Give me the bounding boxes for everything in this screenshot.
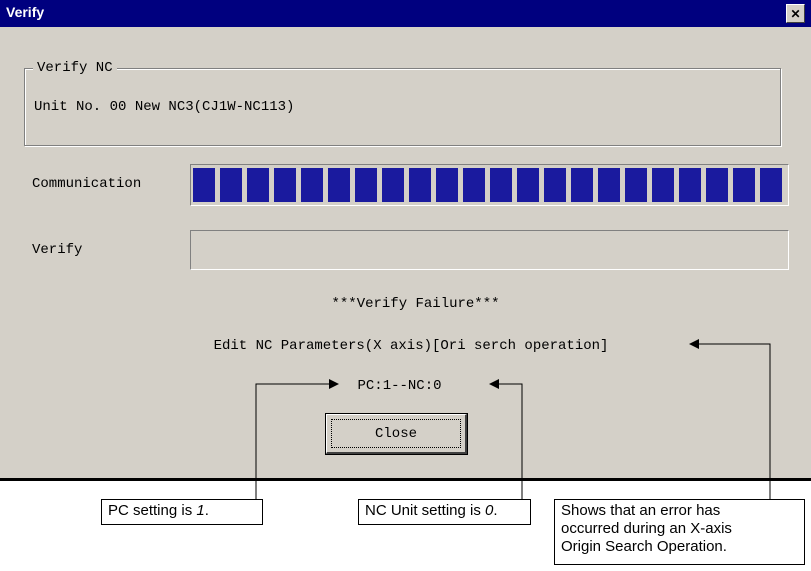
pc-callout-suffix: . bbox=[204, 502, 209, 519]
communication-label: Communication bbox=[32, 176, 142, 192]
verify-label: Verify bbox=[32, 242, 83, 258]
pc-callout-value: 1 bbox=[196, 502, 205, 519]
error-callout-line-1: Shows that an error has bbox=[561, 502, 721, 519]
nc-callout-suffix: . bbox=[493, 502, 498, 519]
group-legend: Verify NC bbox=[33, 60, 117, 76]
error-detail-message: Edit NC Parameters(X axis)[Ori serch ope… bbox=[213, 338, 609, 354]
progress-fill bbox=[193, 168, 786, 202]
window-title: Verify bbox=[6, 4, 45, 20]
close-glyph: ✕ bbox=[790, 6, 801, 21]
unit-info-text: Unit No. 00 New NC3(CJ1W-NC113) bbox=[34, 99, 295, 115]
verify-nc-group: Verify NC Unit No. 00 New NC3(CJ1W-NC113… bbox=[24, 60, 781, 146]
nc-callout-prefix: NC Unit setting is bbox=[365, 502, 486, 519]
pc-setting-callout: PC setting is 1. bbox=[101, 499, 263, 525]
title-bar: Verify ✕ bbox=[0, 0, 811, 27]
communication-progress-bar bbox=[190, 164, 789, 206]
verify-dialog: Verify ✕ Verify NC Unit No. 00 New NC3(C… bbox=[0, 0, 811, 481]
close-window-icon[interactable]: ✕ bbox=[786, 4, 805, 23]
focus-rect bbox=[331, 419, 461, 448]
setting-compare-text: PC:1--NC:0 bbox=[357, 378, 442, 394]
error-callout-line-2: occurred during an X-axis bbox=[561, 520, 732, 537]
error-explanation-callout: Shows that an error has occurred during … bbox=[554, 499, 805, 565]
verify-progress-field bbox=[190, 230, 789, 270]
close-button[interactable]: Close bbox=[326, 414, 467, 454]
nc-setting-callout: NC Unit setting is 0. bbox=[358, 499, 531, 525]
pc-callout-prefix: PC setting is bbox=[108, 502, 197, 519]
failure-message: ***Verify Failure*** bbox=[331, 296, 500, 312]
error-callout-line-3: Origin Search Operation. bbox=[561, 538, 727, 555]
